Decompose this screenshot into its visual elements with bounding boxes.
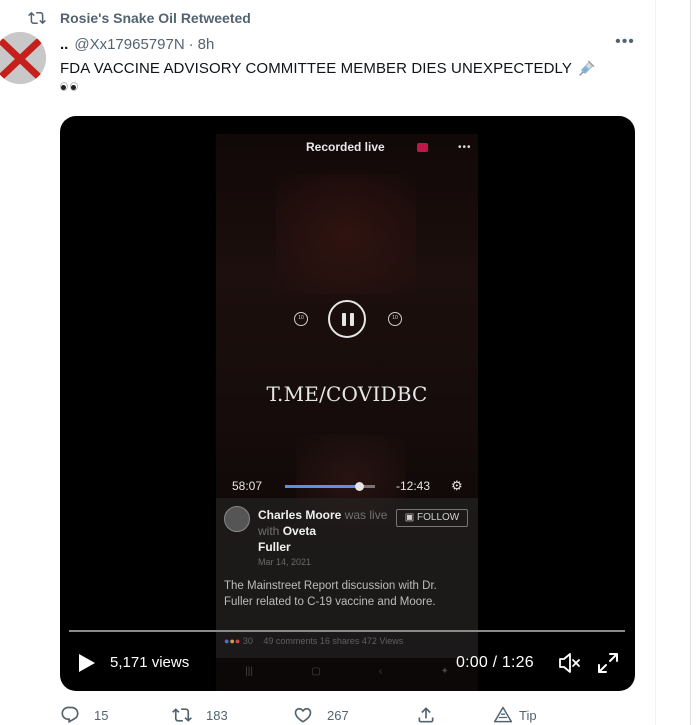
view-count: 5,171 views xyxy=(110,654,190,671)
tip-button[interactable]: Tip xyxy=(493,705,537,725)
fullscreen-icon[interactable] xyxy=(597,652,619,674)
retweet-count: 183 xyxy=(206,707,228,723)
share-button[interactable] xyxy=(416,705,450,725)
frame-more-icon: ••• xyxy=(458,142,472,153)
tweet-actions: 15 183 267 Tip xyxy=(60,705,560,725)
frame-remaining-time: -12:43 xyxy=(396,479,431,493)
play-icon[interactable] xyxy=(78,653,96,673)
author-handle[interactable]: @Xx17965797N xyxy=(74,36,184,53)
frame-elapsed-time: 58:07 xyxy=(232,479,263,493)
frame-description: The Mainstreet Report discussion with Dr… xyxy=(224,580,437,608)
frame-follow-badge: ▣ FOLLOW xyxy=(396,509,468,527)
forward-10-icon: 10 xyxy=(388,312,402,326)
recorded-live-label: Recorded live xyxy=(306,140,385,154)
more-icon: ••• xyxy=(615,33,635,50)
reply-button[interactable]: 15 xyxy=(60,705,108,725)
tweet-time[interactable]: 8h xyxy=(198,36,215,53)
like-count: 267 xyxy=(327,707,349,723)
reply-icon xyxy=(61,706,79,724)
red-x-icon xyxy=(0,32,46,84)
live-badge-icon xyxy=(417,143,428,152)
frame-progress-knob xyxy=(355,482,364,491)
video-player[interactable]: Recorded live ••• 10 10 T.ME/COVIDBC 58:… xyxy=(60,116,635,691)
adjacent-column-edge xyxy=(690,0,700,725)
frame-poster-avatar xyxy=(224,506,250,532)
frame-pause-icon xyxy=(328,300,366,338)
tip-icon xyxy=(493,706,513,723)
more-options-button[interactable]: ••• xyxy=(612,32,638,52)
rewind-10-icon: 10 xyxy=(294,312,308,326)
eyes-icon xyxy=(60,82,78,100)
tip-label: Tip xyxy=(519,707,537,723)
mute-icon[interactable] xyxy=(558,652,582,674)
tweet-card[interactable]: Rosie's Snake Oil Retweeted .. @Xx179657… xyxy=(0,0,656,725)
syringe-icon xyxy=(579,60,595,76)
watermark-text: T.ME/COVIDBC xyxy=(266,382,428,406)
reply-count: 15 xyxy=(94,707,109,723)
author-display-name[interactable]: .. xyxy=(60,36,68,53)
retweet-banner: Rosie's Snake Oil Retweeted xyxy=(28,9,251,27)
gear-icon: ⚙ xyxy=(451,478,463,493)
retweet-icon xyxy=(172,708,192,722)
video-progress-bar[interactable] xyxy=(69,630,625,632)
frame-progress-fill xyxy=(285,485,359,488)
retweet-button[interactable]: 183 xyxy=(172,705,228,725)
frame-post-date: Mar 14, 2021 xyxy=(258,557,312,567)
like-button[interactable]: 267 xyxy=(293,705,349,725)
retweet-icon xyxy=(28,11,46,25)
frame-guest-last: Fuller xyxy=(258,540,291,554)
frame-poster-name: Charles Moore xyxy=(258,508,342,522)
video-time: 0:00 / 1:26 xyxy=(456,654,534,671)
tweet-body: FDA VACCINE ADVISORY COMMITTEE MEMBER DI… xyxy=(60,60,572,77)
share-icon xyxy=(418,707,434,723)
avatar[interactable] xyxy=(0,32,48,84)
heart-icon xyxy=(294,707,312,723)
tweet-text: FDA VACCINE ADVISORY COMMITTEE MEMBER DI… xyxy=(60,58,640,80)
tweet-header: .. @Xx17965797N · 8h xyxy=(60,34,214,54)
separator: · xyxy=(188,35,194,53)
frame-follow-label: FOLLOW xyxy=(417,512,460,523)
frame-poster-line: Charles Moore was live with Oveta Fuller xyxy=(258,507,408,555)
retweet-label[interactable]: Rosie's Snake Oil Retweeted xyxy=(60,10,251,26)
video-controls: 5,171 views 0:00 / 1:26 xyxy=(60,642,635,682)
frame-guest-first: Oveta xyxy=(282,524,317,538)
